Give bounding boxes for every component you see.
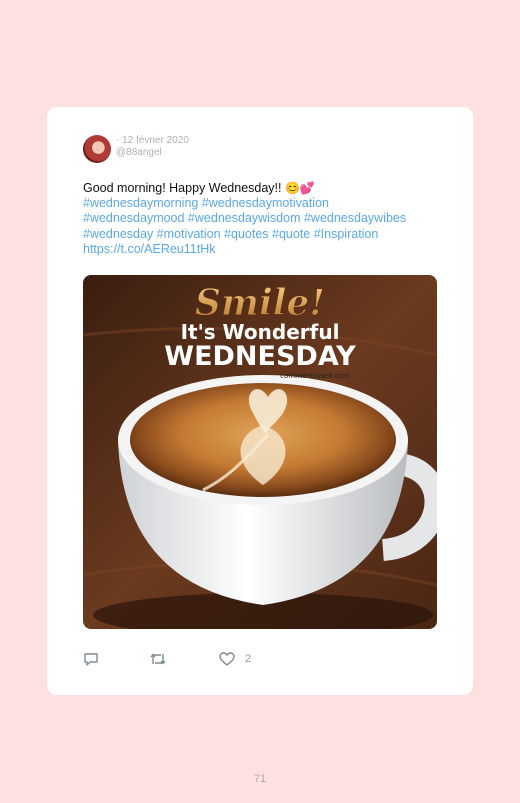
tweet-meta: · 12 février 2020 @88angel bbox=[116, 135, 189, 159]
avatar[interactable] bbox=[83, 135, 111, 163]
reply-button[interactable] bbox=[83, 651, 99, 667]
retweet-button[interactable] bbox=[149, 651, 167, 667]
page-number: 71 bbox=[253, 773, 267, 785]
reply-icon bbox=[84, 653, 98, 666]
tweet-card: · 12 février 2020 @88angel Good morning!… bbox=[47, 107, 473, 695]
hashtag-line[interactable]: #wednesdaymood #wednesdaywisdom #wednesd… bbox=[83, 211, 433, 226]
tweet-greeting: Good morning! Happy Wednesday!! bbox=[83, 181, 285, 195]
user-handle[interactable]: @88angel bbox=[116, 147, 189, 159]
like-count: 2 bbox=[245, 653, 252, 665]
hashtag-line[interactable]: #wednesdaymorning #wednesdaymotivation bbox=[83, 196, 433, 211]
tweet-emojis: 😊💕 bbox=[284, 181, 315, 195]
tweet-actions: 2 bbox=[83, 651, 437, 667]
tweet-text-line: Good morning! Happy Wednesday!! 😊💕 bbox=[83, 181, 433, 196]
like-button[interactable]: 2 bbox=[219, 651, 251, 667]
tweet-link[interactable]: https://t.co/AEReu11tHk bbox=[83, 242, 433, 257]
retweet-icon bbox=[150, 653, 166, 665]
hashtag-line[interactable]: #wednesday #motivation #quotes #quote #I… bbox=[83, 227, 433, 242]
coffee-cup-image: Smile! It's Wonderful WEDNESDAY comments… bbox=[83, 275, 437, 629]
image-headline: Smile! bbox=[195, 282, 325, 324]
tweet-image[interactable]: Smile! It's Wonderful WEDNESDAY comments… bbox=[83, 275, 437, 629]
image-watermark: commentsyard.com bbox=[280, 372, 350, 380]
image-day: WEDNESDAY bbox=[164, 341, 356, 372]
tweet-text: Good morning! Happy Wednesday!! 😊💕 #wedn… bbox=[83, 181, 433, 257]
tweet-date[interactable]: · 12 février 2020 bbox=[116, 135, 189, 147]
heart-icon bbox=[219, 652, 235, 666]
